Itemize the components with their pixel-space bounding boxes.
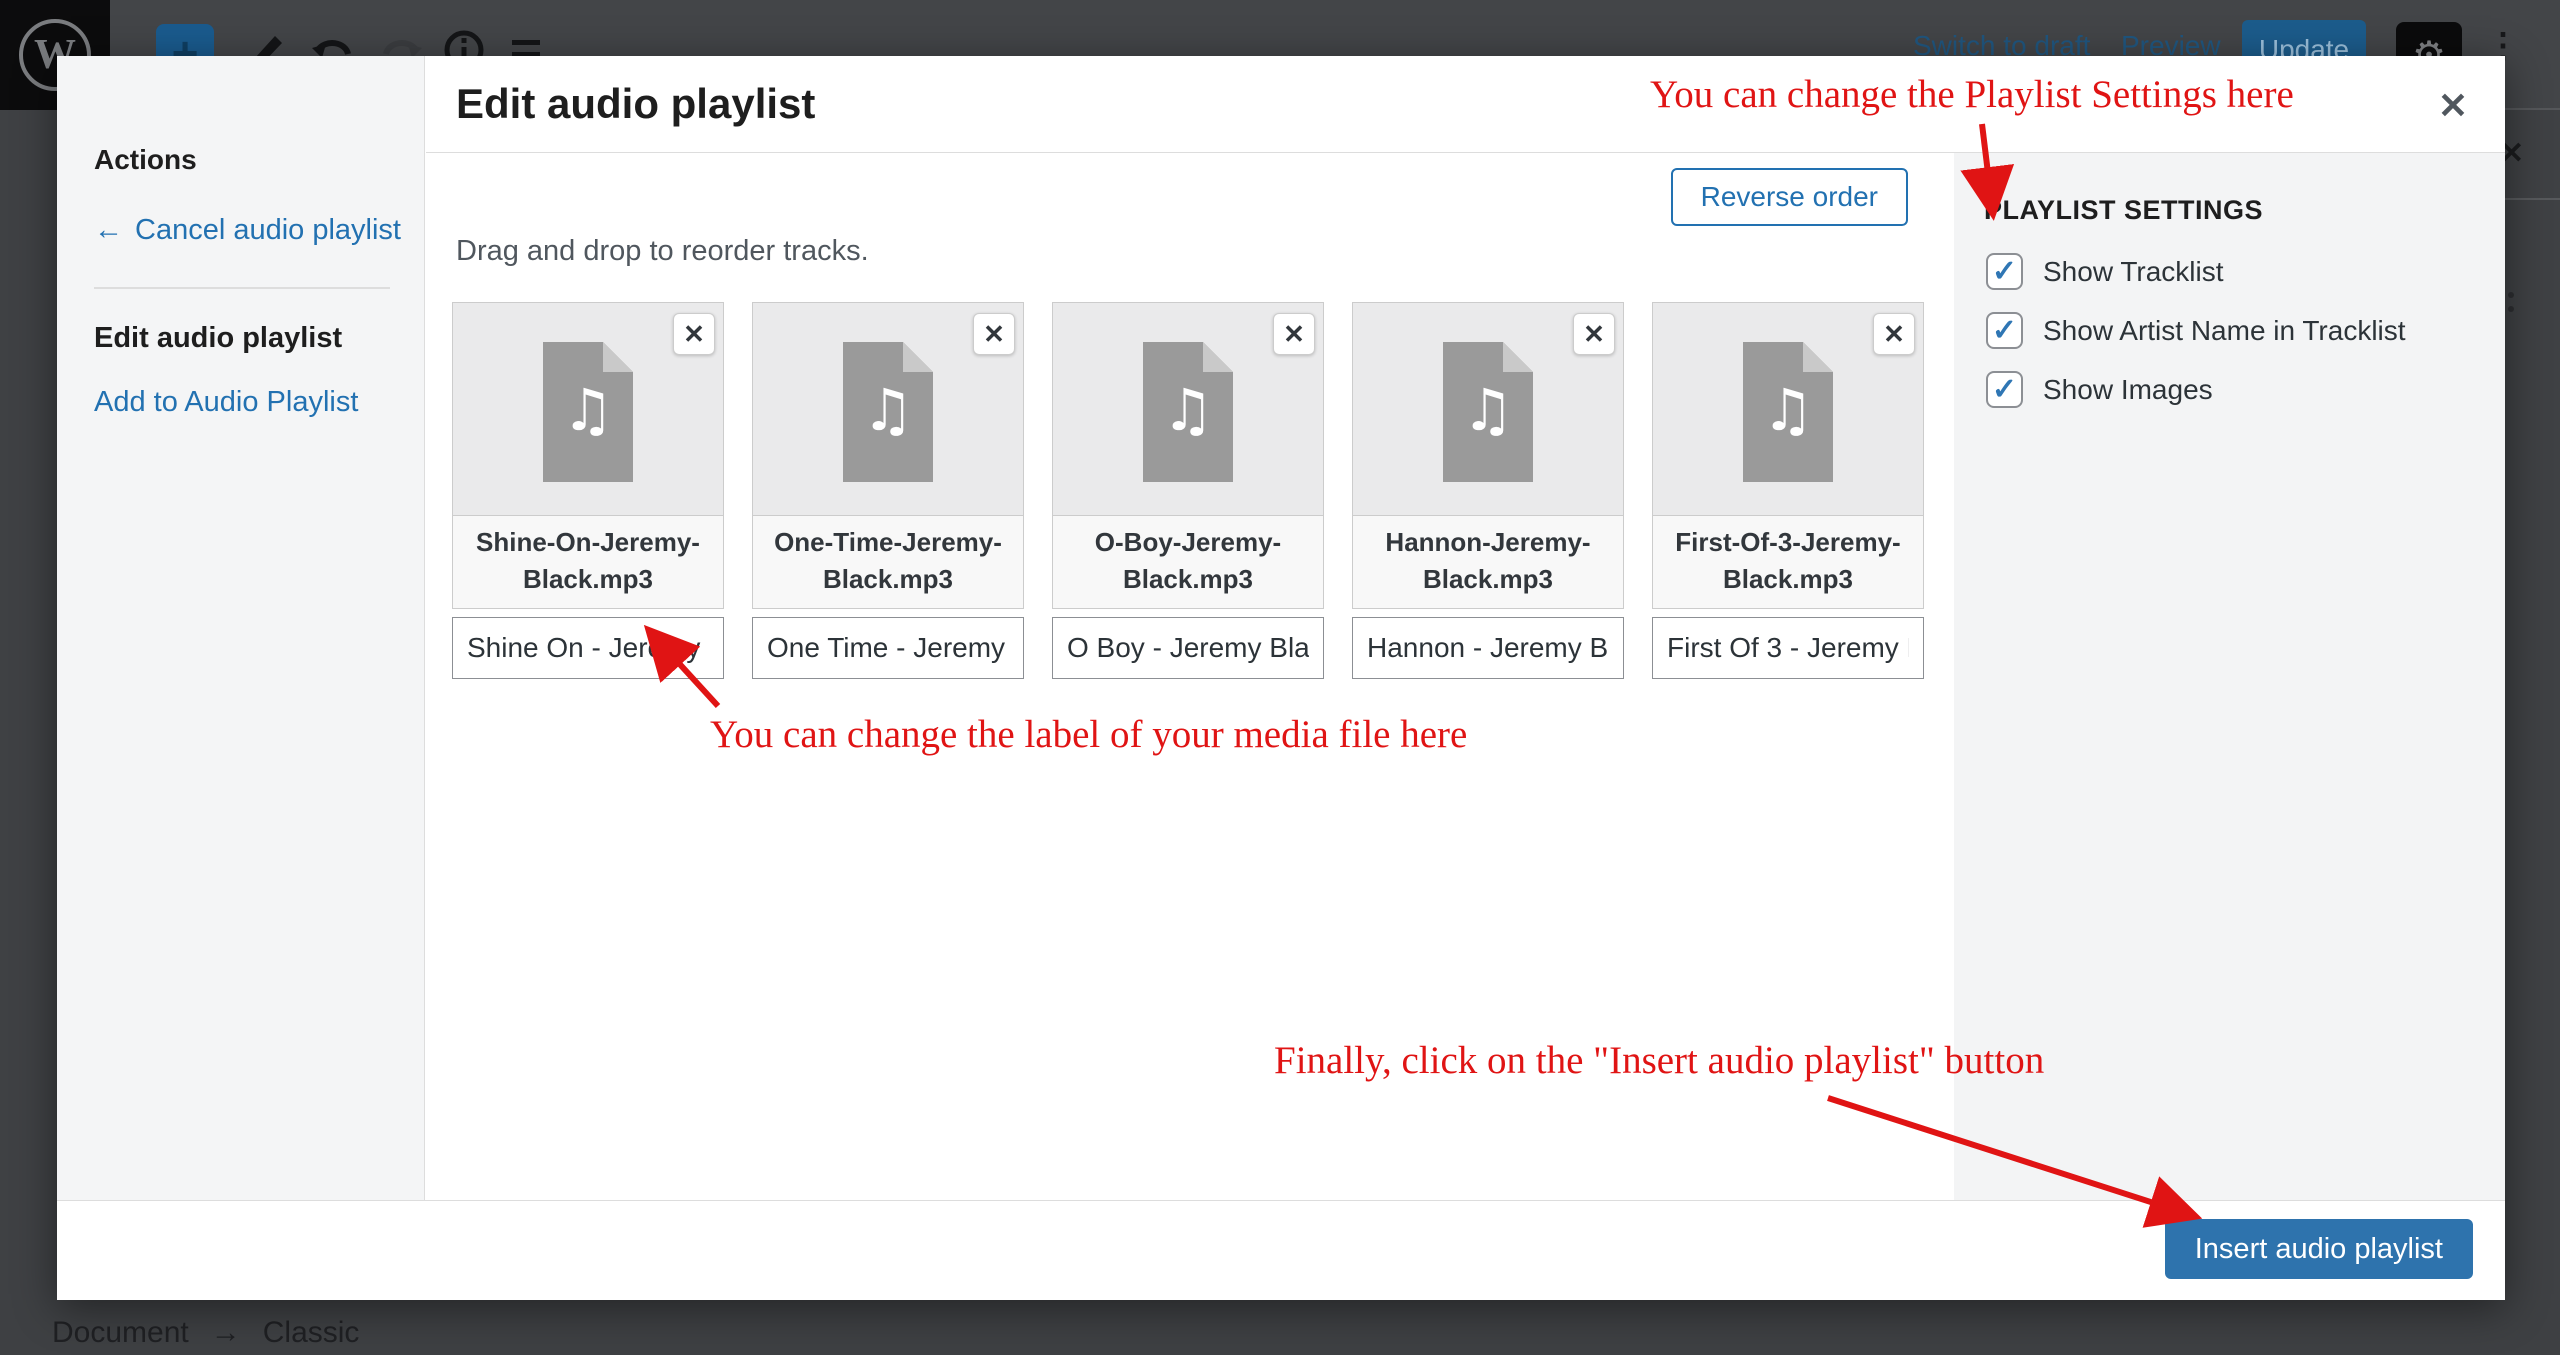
remove-track-button[interactable]: ✕ — [973, 313, 1015, 355]
actions-sidebar: Actions ← Cancel audio playlist Edit aud… — [57, 56, 425, 1300]
remove-icon: ✕ — [1583, 319, 1605, 349]
track-label-input[interactable] — [752, 617, 1024, 679]
track-card[interactable]: ✕ ♫ Shine-On-Jeremy-Black.mp3 — [452, 302, 724, 679]
remove-track-button[interactable]: ✕ — [1273, 313, 1315, 355]
track-filename: Hannon-Jeremy-Black.mp3 — [1353, 515, 1623, 608]
sidebar-item-add-to-audio-playlist[interactable]: Add to Audio Playlist — [94, 386, 358, 419]
editor-footer-strip — [0, 1300, 2560, 1355]
insert-audio-playlist-button[interactable]: Insert audio playlist — [2165, 1219, 2473, 1279]
sidebar-tab-divider — [2505, 198, 2560, 200]
music-note-icon: ♫ — [1143, 376, 1233, 444]
track-label-input[interactable] — [452, 617, 724, 679]
remove-track-button[interactable]: ✕ — [1873, 313, 1915, 355]
audio-file-icon: ♫ — [1743, 342, 1833, 482]
reverse-order-button[interactable]: Reverse order — [1671, 168, 1908, 226]
track-card[interactable]: ✕ ♫ Hannon-Jeremy-Black.mp3 — [1352, 302, 1624, 679]
breadcrumb: Document → Classic — [52, 1316, 359, 1350]
audio-file-icon: ♫ — [1443, 342, 1533, 482]
audio-file-icon: ♫ — [543, 342, 633, 482]
audio-file-icon: ♫ — [1143, 342, 1233, 482]
remove-icon: ✕ — [683, 319, 705, 349]
track-label-input[interactable] — [1352, 617, 1624, 679]
breadcrumb-classic[interactable]: Classic — [263, 1316, 360, 1350]
edit-audio-playlist-modal: Actions ← Cancel audio playlist Edit aud… — [57, 56, 2505, 1300]
cancel-audio-playlist-link[interactable]: ← Cancel audio playlist — [94, 214, 401, 247]
close-icon: ✕ — [2438, 85, 2468, 126]
checkbox-checked-icon[interactable]: ✓ — [1986, 253, 2023, 290]
music-note-icon: ♫ — [1443, 376, 1533, 444]
audio-file-icon: ♫ — [843, 342, 933, 482]
track-label-input[interactable] — [1052, 617, 1324, 679]
remove-icon: ✕ — [1283, 319, 1305, 349]
annotation-insert-note: Finally, click on the "Insert audio play… — [1274, 1038, 2044, 1083]
remove-track-button[interactable]: ✕ — [1573, 313, 1615, 355]
remove-icon: ✕ — [1883, 319, 1905, 349]
track-card[interactable]: ✕ ♫ O-Boy-Jeremy-Black.mp3 — [1052, 302, 1324, 679]
show-artist-name-option[interactable]: ✓ Show Artist Name in Tracklist — [1986, 312, 2406, 349]
music-note-icon: ♫ — [843, 376, 933, 444]
breadcrumb-document[interactable]: Document — [52, 1316, 189, 1350]
show-images-option[interactable]: ✓ Show Images — [1986, 371, 2213, 408]
track-filename: One-Time-Jeremy-Black.mp3 — [753, 515, 1023, 608]
track-card[interactable]: ✕ ♫ One-Time-Jeremy-Black.mp3 — [752, 302, 1024, 679]
remove-icon: ✕ — [983, 319, 1005, 349]
sidebar-dot — [2508, 292, 2514, 298]
track-filename: O-Boy-Jeremy-Black.mp3 — [1053, 515, 1323, 608]
back-arrow-icon: ← — [94, 214, 123, 247]
sidebar-dot — [2508, 306, 2514, 312]
show-tracklist-option[interactable]: ✓ Show Tracklist — [1986, 253, 2224, 290]
music-note-icon: ♫ — [543, 376, 633, 444]
screen: W + Switch to draft Preview Update ⚙ ⋮ ✕… — [0, 0, 2560, 1355]
playlist-settings-heading: PLAYLIST SETTINGS — [1984, 195, 2263, 226]
sidebar-item-edit-audio-playlist[interactable]: Edit audio playlist — [94, 322, 342, 355]
track-filename: Shine-On-Jeremy-Black.mp3 — [453, 515, 723, 608]
drag-drop-hint: Drag and drop to reorder tracks. — [456, 235, 869, 268]
modal-footer: Insert audio playlist — [57, 1200, 2505, 1300]
checkbox-checked-icon[interactable]: ✓ — [1986, 312, 2023, 349]
track-label-input[interactable] — [1652, 617, 1924, 679]
annotation-playlist-settings: You can change the Playlist Settings her… — [1650, 72, 2294, 117]
modal-title: Edit audio playlist — [456, 80, 815, 128]
breadcrumb-arrow-icon: → — [211, 1316, 241, 1350]
actions-heading: Actions — [94, 144, 197, 176]
remove-track-button[interactable]: ✕ — [673, 313, 715, 355]
modal-close-button[interactable]: ✕ — [2431, 84, 2475, 128]
sidebar-divider — [94, 287, 390, 289]
annotation-label-note: You can change the label of your media f… — [710, 712, 1467, 757]
track-list: ✕ ♫ Shine-On-Jeremy-Black.mp3 — [452, 302, 1924, 679]
track-filename: First-Of-3-Jeremy-Black.mp3 — [1653, 515, 1923, 608]
music-note-icon: ♫ — [1743, 376, 1833, 444]
checkbox-checked-icon[interactable]: ✓ — [1986, 371, 2023, 408]
track-card[interactable]: ✕ ♫ First-Of-3-Jeremy-Black.mp3 — [1652, 302, 1924, 679]
